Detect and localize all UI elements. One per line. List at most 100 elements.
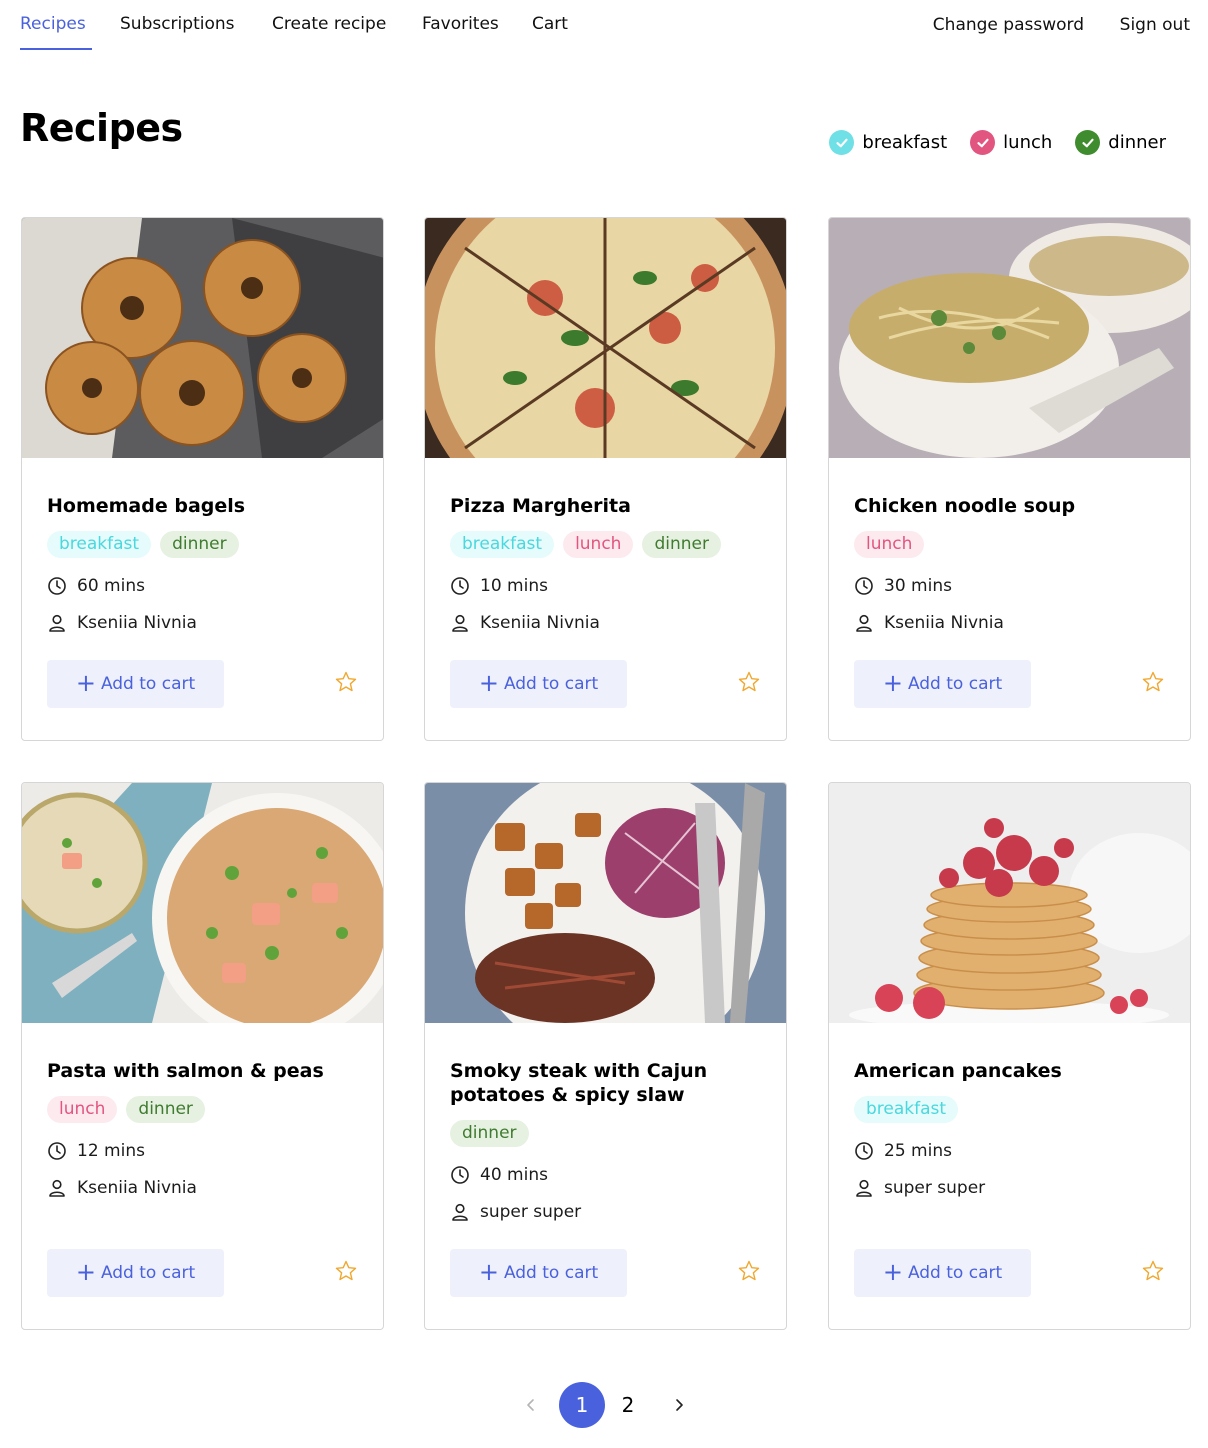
add-to-cart-button[interactable]: + Add to cart bbox=[47, 1249, 224, 1297]
nav-subscriptions[interactable]: Subscriptions bbox=[120, 14, 234, 34]
tag-dinner: dinner bbox=[642, 531, 721, 558]
recipe-card: Pasta with salmon & peas lunch dinner 12… bbox=[21, 782, 384, 1330]
recipe-author: super super bbox=[450, 1201, 761, 1222]
recipe-card: Pizza Margherita breakfast lunch dinner … bbox=[424, 217, 787, 741]
add-to-cart-label: Add to cart bbox=[907, 1263, 1003, 1283]
time-value: 10 mins bbox=[480, 575, 548, 596]
plus-icon: + bbox=[478, 1258, 499, 1286]
plus-icon: + bbox=[882, 1258, 903, 1286]
clock-icon bbox=[451, 1165, 469, 1184]
recipe-author: Kseniia Nivnia bbox=[47, 1177, 358, 1198]
tag-breakfast: breakfast bbox=[854, 1096, 959, 1123]
next-page-button[interactable] bbox=[656, 1382, 702, 1428]
recipe-tags: breakfast bbox=[854, 1096, 1165, 1123]
tag-breakfast: breakfast bbox=[450, 531, 555, 558]
star-icon[interactable] bbox=[334, 1259, 358, 1283]
plus-icon: + bbox=[75, 1258, 96, 1286]
add-to-cart-label: Add to cart bbox=[503, 1263, 599, 1283]
time-value: 60 mins bbox=[77, 575, 145, 596]
page-button-1[interactable]: 1 bbox=[559, 1382, 605, 1428]
recipe-time: 40 mins bbox=[450, 1164, 761, 1185]
meal-filters: breakfast lunch dinner bbox=[829, 130, 1166, 155]
author-name[interactable]: Kseniia Nivnia bbox=[480, 613, 600, 633]
recipe-image[interactable] bbox=[22, 218, 383, 458]
recipe-title[interactable]: Pasta with salmon & peas bbox=[47, 1059, 358, 1083]
recipe-title[interactable]: Chicken noodle soup bbox=[854, 494, 1165, 518]
nav-favorites[interactable]: Favorites bbox=[422, 14, 499, 34]
add-to-cart-button[interactable]: + Add to cart bbox=[450, 660, 627, 708]
change-password-link[interactable]: Change password bbox=[933, 15, 1084, 35]
recipe-image[interactable] bbox=[829, 783, 1190, 1023]
pagination: 1 2 bbox=[0, 1382, 1208, 1428]
clock-icon bbox=[451, 576, 469, 595]
recipe-image[interactable] bbox=[425, 783, 786, 1023]
recipe-time: 12 mins bbox=[47, 1140, 358, 1161]
filter-label: lunch bbox=[1003, 132, 1053, 153]
add-to-cart-button[interactable]: + Add to cart bbox=[854, 1249, 1031, 1297]
time-value: 40 mins bbox=[480, 1164, 548, 1185]
add-to-cart-button[interactable]: + Add to cart bbox=[450, 1249, 627, 1297]
recipe-time: 25 mins bbox=[854, 1140, 1165, 1161]
recipe-tags: dinner bbox=[450, 1120, 761, 1147]
star-icon[interactable] bbox=[737, 670, 761, 694]
time-value: 25 mins bbox=[884, 1140, 952, 1161]
recipe-image[interactable] bbox=[22, 783, 383, 1023]
filter-lunch[interactable]: lunch bbox=[970, 130, 1052, 155]
nav-cart[interactable]: Cart bbox=[532, 14, 568, 34]
star-icon[interactable] bbox=[1141, 670, 1165, 694]
checkbox-checked-icon bbox=[1075, 130, 1101, 155]
time-value: 30 mins bbox=[884, 575, 952, 596]
recipe-author: super super bbox=[854, 1177, 1165, 1198]
recipe-card: American pancakes breakfast 25 mins supe… bbox=[828, 782, 1191, 1330]
user-icon bbox=[856, 614, 872, 632]
clock-icon bbox=[855, 576, 873, 595]
recipe-tags: lunch dinner bbox=[47, 1096, 358, 1123]
author-name[interactable]: super super bbox=[884, 1178, 985, 1198]
recipe-title[interactable]: Homemade bagels bbox=[47, 494, 358, 518]
recipe-title[interactable]: Smoky steak with Cajun potatoes & spicy … bbox=[450, 1059, 761, 1107]
recipe-title[interactable]: Pizza Margherita bbox=[450, 494, 761, 518]
plus-icon: + bbox=[882, 669, 903, 697]
user-icon bbox=[452, 1203, 468, 1221]
page-title: Recipes bbox=[20, 106, 183, 150]
top-nav: Recipes Subscriptions Create recipe Favo… bbox=[0, 0, 1208, 52]
tag-lunch: lunch bbox=[47, 1096, 118, 1123]
user-icon bbox=[452, 614, 468, 632]
user-icon bbox=[856, 1179, 872, 1197]
filter-dinner[interactable]: dinner bbox=[1075, 130, 1166, 155]
page-button-2[interactable]: 2 bbox=[605, 1382, 651, 1428]
clock-icon bbox=[855, 1141, 873, 1160]
recipe-time: 10 mins bbox=[450, 575, 761, 596]
recipe-card: Homemade bagels breakfast dinner 60 mins… bbox=[21, 217, 384, 741]
checkbox-checked-icon bbox=[829, 130, 855, 155]
clock-icon bbox=[48, 576, 66, 595]
star-icon[interactable] bbox=[737, 1259, 761, 1283]
star-icon[interactable] bbox=[334, 670, 358, 694]
nav-create-recipe[interactable]: Create recipe bbox=[272, 14, 386, 34]
sign-out-link[interactable]: Sign out bbox=[1120, 15, 1190, 35]
tag-lunch: lunch bbox=[854, 531, 925, 558]
author-name[interactable]: Kseniia Nivnia bbox=[884, 613, 1004, 633]
plus-icon: + bbox=[478, 669, 499, 697]
tag-lunch: lunch bbox=[563, 531, 634, 558]
tag-dinner: dinner bbox=[450, 1120, 529, 1147]
recipe-image[interactable] bbox=[425, 218, 786, 458]
time-value: 12 mins bbox=[77, 1140, 145, 1161]
recipe-title[interactable]: American pancakes bbox=[854, 1059, 1165, 1083]
recipe-time: 30 mins bbox=[854, 575, 1165, 596]
filter-breakfast[interactable]: breakfast bbox=[829, 130, 947, 155]
add-to-cart-button[interactable]: + Add to cart bbox=[47, 660, 224, 708]
tag-dinner: dinner bbox=[126, 1096, 205, 1123]
recipe-image[interactable] bbox=[829, 218, 1190, 458]
chevron-left-icon bbox=[527, 1399, 534, 1411]
prev-page-button[interactable] bbox=[508, 1382, 554, 1428]
star-icon[interactable] bbox=[1141, 1259, 1165, 1283]
recipe-card: Smoky steak with Cajun potatoes & spicy … bbox=[424, 782, 787, 1330]
clock-icon bbox=[48, 1141, 66, 1160]
author-name[interactable]: super super bbox=[480, 1202, 581, 1222]
add-to-cart-button[interactable]: + Add to cart bbox=[854, 660, 1031, 708]
add-to-cart-label: Add to cart bbox=[503, 674, 599, 694]
author-name[interactable]: Kseniia Nivnia bbox=[77, 613, 197, 633]
author-name[interactable]: Kseniia Nivnia bbox=[77, 1178, 197, 1198]
nav-recipes[interactable]: Recipes bbox=[20, 14, 86, 34]
